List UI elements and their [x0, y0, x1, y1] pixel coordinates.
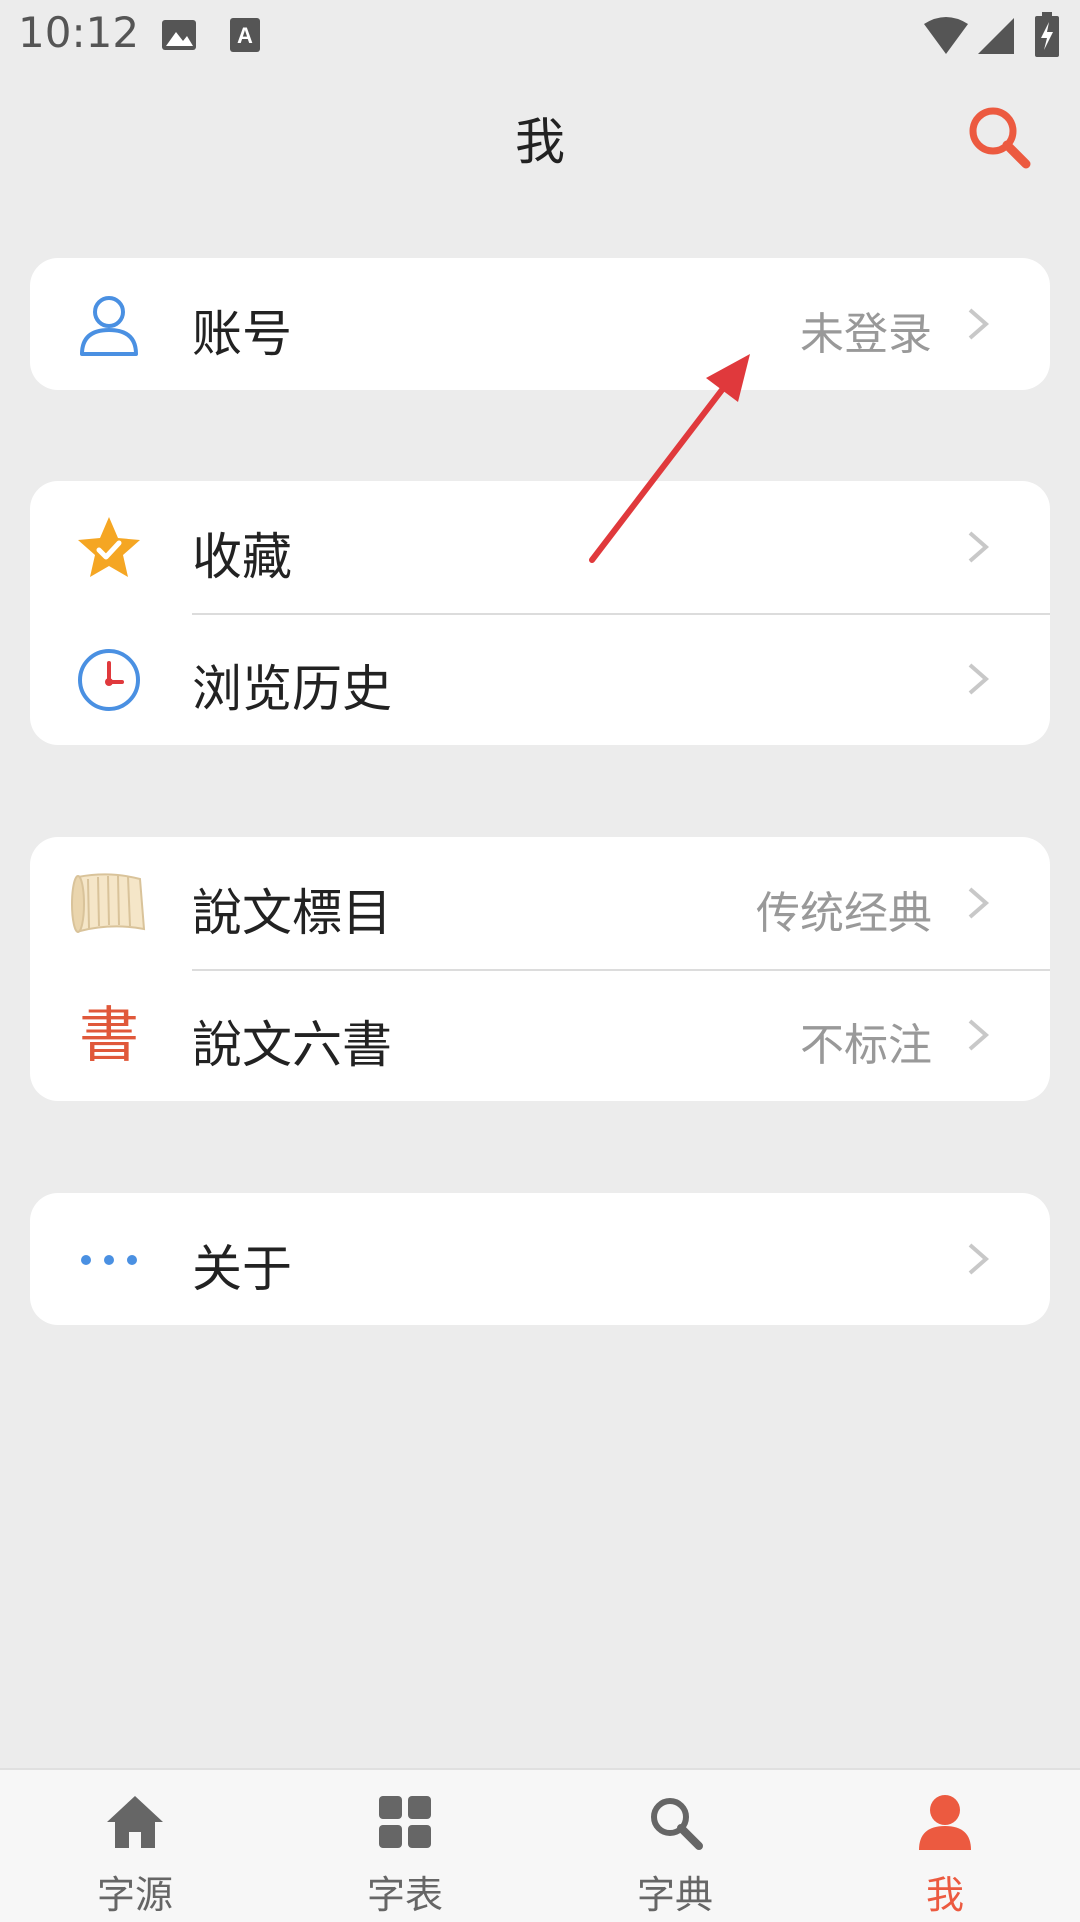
clock-icon: [78, 649, 140, 711]
tab-label: 字典: [636, 1873, 713, 1917]
menu-row-label: 浏览历史: [192, 660, 392, 718]
menu-row-about[interactable]: 关于: [30, 1193, 1050, 1325]
header: 我: [0, 72, 1080, 202]
menu-row-label: 账号: [192, 305, 292, 363]
menu-row-label: 說文標目: [192, 884, 392, 942]
user-icon: [80, 296, 138, 356]
menu-row-value: 不标注: [800, 1020, 932, 1071]
status-bar: 10:12 A: [0, 0, 1080, 72]
grid-icon: [379, 1796, 431, 1848]
battery-charging-icon: [1035, 12, 1059, 57]
chevron-right-icon: [968, 531, 990, 563]
menu-row-shuowen-headings[interactable]: 說文標目 传统经典: [30, 837, 1050, 969]
shuowen-card: 說文標目 传统经典 書 說文六書 不标注: [30, 837, 1050, 1101]
tab-label: 我: [925, 1873, 964, 1917]
menu-row-history[interactable]: 浏览历史: [30, 613, 1050, 745]
seal-character-icon: 書: [79, 1001, 139, 1071]
menu-row-value: 未登录: [800, 309, 932, 360]
search-icon: [651, 1798, 703, 1850]
menu-row-label: 关于: [192, 1240, 292, 1298]
svg-text:A: A: [237, 23, 253, 48]
more-dots-icon: [81, 1255, 137, 1265]
menu-row-label: 說文六書: [192, 1016, 392, 1074]
bottom-tab-bar: 字源 字表 字典 我: [0, 1768, 1080, 1922]
chevron-right-icon: [968, 1019, 990, 1051]
star-check-icon: [78, 517, 140, 577]
menu-row-label: 收藏: [192, 528, 292, 586]
home-icon: [107, 1796, 163, 1848]
keyboard-notification-icon: A: [230, 18, 260, 52]
scroll-icon: [71, 873, 146, 933]
search-icon[interactable]: [960, 98, 1040, 178]
tab-zidian[interactable]: 字典: [540, 1770, 810, 1922]
image-notification-icon: [162, 20, 196, 50]
menu-row-value: 传统经典: [756, 888, 932, 939]
chevron-right-icon: [968, 887, 990, 919]
person-icon: [919, 1795, 971, 1850]
menu-row-six-scripts[interactable]: 書 說文六書 不标注: [30, 969, 1050, 1101]
account-card: 账号 未登录: [30, 258, 1050, 390]
page-title: 我: [515, 113, 565, 171]
cellular-signal-icon: [978, 18, 1014, 54]
chevron-right-icon: [968, 1243, 990, 1275]
about-card: 关于: [30, 1193, 1050, 1325]
chevron-right-icon: [968, 663, 990, 695]
wifi-icon: [924, 17, 968, 54]
tab-label: 字表: [366, 1873, 443, 1917]
menu-row-account[interactable]: 账号 未登录: [30, 258, 1050, 390]
tab-label: 字源: [96, 1873, 173, 1917]
activity-card: 收藏 浏览历史: [30, 481, 1050, 745]
tab-ziyuan[interactable]: 字源: [0, 1770, 270, 1922]
tab-zibiao[interactable]: 字表: [270, 1770, 540, 1922]
chevron-right-icon: [968, 308, 990, 340]
tab-me[interactable]: 我: [810, 1770, 1080, 1922]
menu-row-favorites[interactable]: 收藏: [30, 481, 1050, 613]
status-time: 10:12: [18, 8, 140, 57]
